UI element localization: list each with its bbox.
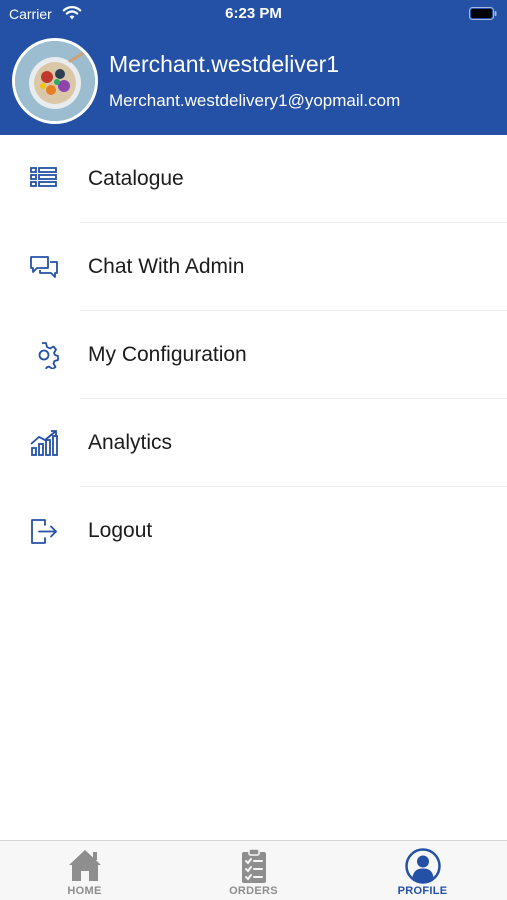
clock: 6:23 PM (225, 5, 282, 22)
gear-icon (38, 342, 59, 369)
tab-label-orders: ORDERS (229, 885, 278, 897)
list-icon (30, 167, 57, 187)
menu-item-analytics[interactable]: Analytics (0, 399, 507, 487)
menu-label-analytics: Analytics (88, 431, 173, 454)
analytics-icon (30, 430, 58, 456)
tab-label-profile: PROFILE (397, 885, 448, 897)
menu-item-my-configuration[interactable]: My Configuration (0, 311, 507, 399)
tab-label-home: HOME (67, 885, 102, 897)
menu-label-logout: Logout (88, 519, 153, 542)
profile-header: Carrier 6:23 PM Merchant.westdeliver1 Me (0, 0, 507, 135)
clipboard-icon (241, 848, 266, 883)
food-bowl-photo-icon (15, 41, 95, 121)
chat-icon (30, 256, 58, 278)
menu-label-chat-with-admin: Chat With Admin (88, 255, 245, 278)
profile-menu: Catalogue Chat With Admin My Configurati… (0, 135, 507, 575)
menu-label-my-configuration: My Configuration (88, 343, 247, 366)
tab-home[interactable]: HOME (0, 841, 169, 900)
home-icon (68, 850, 101, 881)
tab-bar: HOME ORDERS PROFILE (0, 840, 507, 900)
menu-label-catalogue: Catalogue (88, 167, 184, 190)
menu-item-logout[interactable]: Logout (0, 487, 507, 575)
battery-icon (469, 7, 497, 20)
menu-item-chat-with-admin[interactable]: Chat With Admin (0, 223, 507, 311)
menu-item-catalogue[interactable]: Catalogue (0, 135, 507, 223)
logout-icon (31, 519, 57, 544)
profile-icon (404, 848, 441, 884)
status-bar: Carrier 6:23 PM (0, 0, 507, 28)
user-name: Merchant.westdeliver1 (109, 51, 340, 77)
tab-profile[interactable]: PROFILE (338, 841, 507, 900)
user-email: Merchant.westdelivery1@yopmail.com (109, 91, 401, 110)
tab-orders[interactable]: ORDERS (169, 841, 338, 900)
avatar[interactable] (12, 38, 98, 124)
